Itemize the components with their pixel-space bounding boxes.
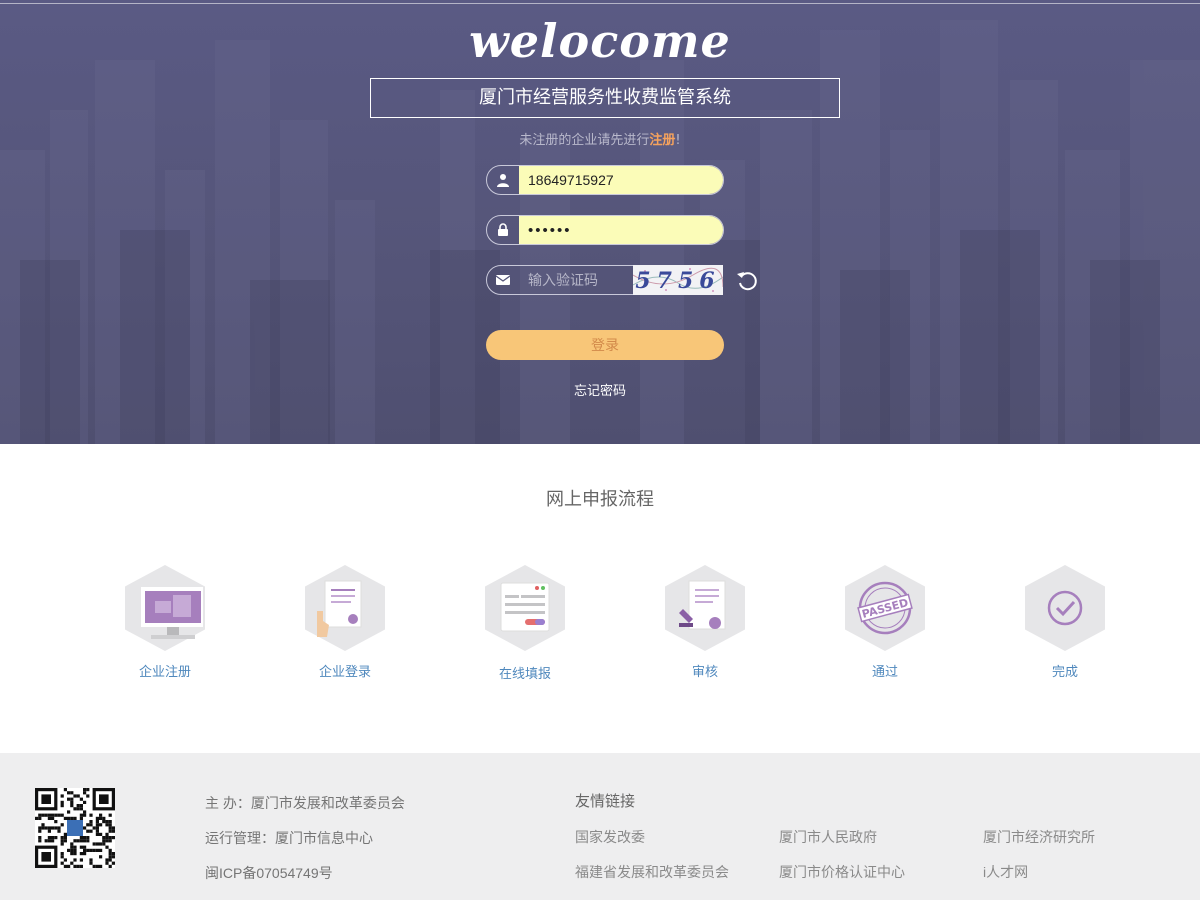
captcha-field[interactable]: [486, 265, 636, 295]
step-complete[interactable]: 完成: [1005, 565, 1125, 680]
icp-record[interactable]: 闽ICP备07054749号: [205, 863, 333, 883]
step-label[interactable]: 企业登录: [285, 661, 405, 680]
forgot-password-link[interactable]: 忘记密码: [0, 380, 1200, 399]
step-hexagon: [665, 565, 745, 651]
step-hexagon: [305, 565, 385, 651]
form-window-icon: [500, 582, 550, 632]
captcha-code: 5756: [635, 268, 720, 294]
register-tip-prefix: 未注册的企业请先进行: [519, 133, 650, 148]
link-fujian-drc[interactable]: 福建省发展和改革委员会: [575, 862, 729, 882]
register-tip-suffix: !: [675, 133, 681, 148]
step-hexagon: [1025, 565, 1105, 651]
friendly-links-title: 友情链接: [575, 792, 636, 810]
login-hero: welocome 厦门市经营服务性收费监管系统 未注册的企业请先进行注册! 57…: [0, 0, 1200, 444]
system-title: 厦门市经营服务性收费监管系统: [370, 78, 840, 118]
qr-code-image: [35, 788, 115, 868]
host-organization: 主 办：厦门市发展和改革委员会: [205, 795, 405, 811]
step-label[interactable]: 通过: [825, 661, 945, 680]
link-xiamen-economic-institute[interactable]: 厦门市经济研究所: [983, 827, 1095, 847]
hand-document-icon: [317, 580, 362, 637]
operator-organization: 运行管理：厦门市信息中心: [205, 830, 373, 846]
top-divider: [0, 3, 1200, 4]
link-xiamen-price-center[interactable]: 厦门市价格认证中心: [779, 862, 905, 882]
link-ndrc[interactable]: 国家发改委: [575, 827, 645, 847]
link-italent[interactable]: i人才网: [983, 862, 1028, 882]
step-label[interactable]: 完成: [1005, 661, 1125, 680]
captcha-image[interactable]: 5756: [633, 265, 723, 295]
username-field[interactable]: [486, 165, 724, 195]
step-passed[interactable]: PASSED 通过: [825, 565, 945, 680]
captcha-input[interactable]: [519, 266, 635, 294]
monitor-icon: [141, 587, 203, 639]
register-tip: 未注册的企业请先进行注册!: [0, 129, 1200, 148]
lock-icon: [487, 216, 519, 244]
envelope-icon: [487, 266, 519, 294]
step-review[interactable]: 审核: [645, 565, 765, 680]
step-company-register[interactable]: 企业注册: [105, 565, 225, 680]
step-hexagon: [125, 565, 205, 651]
stamp-document-icon: [679, 580, 726, 630]
step-label[interactable]: 审核: [645, 661, 765, 680]
refresh-captcha-icon[interactable]: [735, 268, 761, 294]
process-title: 网上申报流程: [546, 489, 654, 510]
user-icon: [487, 166, 519, 194]
step-hexagon: [485, 565, 565, 651]
login-button[interactable]: 登录: [486, 330, 724, 360]
step-online-filing[interactable]: 在线填报: [465, 565, 585, 682]
link-xiamen-government[interactable]: 厦门市人民政府: [779, 827, 877, 847]
password-input[interactable]: [519, 216, 723, 244]
step-label[interactable]: 在线填报: [465, 663, 585, 682]
check-circle-icon: [1047, 590, 1083, 626]
welcome-logo-text: welocome: [469, 14, 731, 68]
footer: 主 办：厦门市发展和改革委员会 运行管理：厦门市信息中心 闽ICP备070547…: [0, 753, 1200, 900]
passed-stamp-icon: PASSED: [857, 581, 913, 635]
step-company-login[interactable]: 企业登录: [285, 565, 405, 680]
password-field[interactable]: [486, 215, 724, 245]
register-link[interactable]: 注册: [649, 133, 675, 148]
step-label[interactable]: 企业注册: [105, 661, 225, 680]
username-input[interactable]: [519, 166, 723, 194]
step-hexagon: PASSED: [845, 565, 925, 651]
